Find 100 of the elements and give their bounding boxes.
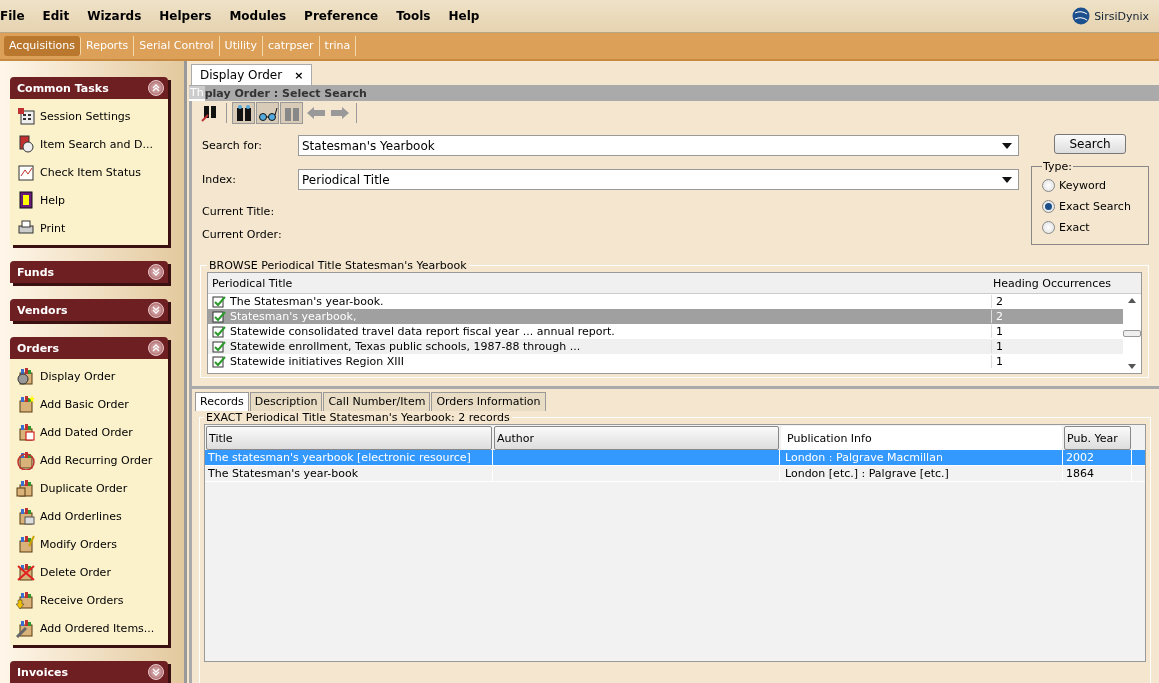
column-header[interactable]: Pub. Year <box>1064 426 1131 450</box>
sidebar-item-label: Add Basic Order <box>40 397 129 411</box>
sidebar-item-label: Help <box>40 193 66 207</box>
dropdown-icon[interactable] <box>1002 142 1012 149</box>
menu-item[interactable]: Preference <box>304 9 387 23</box>
panel-header[interactable]: Invoices <box>10 661 168 683</box>
table-cell: The Statesman's year-book <box>208 467 359 480</box>
group-label: EXACT Periodical Title Statesman's Yearbook: 2 records <box>205 411 511 424</box>
table-cell: 1 <box>991 355 1123 368</box>
sidebar-item-label: Session Settings <box>40 109 131 123</box>
module-tab[interactable]: Acquisitions <box>4 36 81 56</box>
column-header[interactable]: Title <box>206 426 492 450</box>
sidebar-item[interactable]: Display Order <box>10 362 168 390</box>
menu-item[interactable]: Wizards <box>87 9 150 23</box>
sidebar-item[interactable]: Delete Order <box>10 558 168 586</box>
brand-name: SirsiDynix <box>1094 9 1149 23</box>
radio-button[interactable] <box>1042 179 1055 192</box>
sidebar-item-label: Add Recurring Order <box>40 453 153 467</box>
collapse-icon[interactable] <box>148 340 164 356</box>
sidebar-item[interactable]: Session Settings <box>10 102 168 130</box>
menu-item[interactable]: Edit <box>42 9 78 23</box>
scroll-up-icon[interactable] <box>1128 298 1136 303</box>
index-dropdown[interactable]: Periodical Title <box>298 169 1019 191</box>
package-star-icon <box>16 394 36 414</box>
table-cell: The Statesman's year-book. <box>230 295 384 308</box>
search-button[interactable]: Search <box>1054 134 1126 154</box>
sidebar-item-label: Add Orderlines <box>40 509 122 523</box>
scroll-down-icon[interactable] <box>1128 364 1136 369</box>
package-magnifier-icon <box>16 366 36 386</box>
panel-header[interactable]: Funds <box>10 261 168 283</box>
sidebar-item[interactable]: Add Basic Order <box>10 390 168 418</box>
sidebar-item[interactable]: Add Orderlines <box>10 502 168 530</box>
table-cell: 1 <box>991 340 1123 353</box>
panel-header[interactable]: Common Tasks <box>10 77 168 99</box>
table-row[interactable]: Statewide initiatives Region XIII 1 <box>208 354 1123 369</box>
radio-button[interactable] <box>1042 221 1055 234</box>
sidebar-item-label: Print <box>40 221 66 235</box>
expand-icon[interactable] <box>148 264 164 280</box>
column-header[interactable]: Periodical Title <box>208 276 989 290</box>
menu-item[interactable]: Help <box>448 9 488 23</box>
menu-item[interactable]: Modules <box>229 9 295 23</box>
edit-check-icon <box>212 325 226 338</box>
panel-header[interactable]: Vendors <box>10 299 168 321</box>
sidebar-item[interactable]: Check Item Status <box>10 158 168 186</box>
sidebar-item-label: Receive Orders <box>40 593 124 607</box>
tab[interactable]: Orders Information <box>431 392 546 411</box>
sidebar-item-label: Check Item Status <box>40 165 141 179</box>
table-row[interactable]: The Statesman's year-book London [etc.] : Palgrave [etc.] 1864 <box>205 466 1145 482</box>
sidebar-item[interactable]: Add Dated Order <box>10 418 168 446</box>
package-pencil-icon <box>16 534 36 554</box>
book-search-icon <box>16 134 36 154</box>
package-calendar-icon <box>16 422 36 442</box>
column-header[interactable]: Heading Occurrences <box>989 276 1121 290</box>
calculator-icon <box>16 106 36 126</box>
sidebar-item[interactable]: Duplicate Order <box>10 474 168 502</box>
close-icon[interactable]: × <box>294 68 304 82</box>
table-cell: Statesman's yearbook, <box>230 310 357 323</box>
table-cell: 2002 <box>1066 451 1094 464</box>
edit-check-icon <box>212 355 226 368</box>
radio-button[interactable] <box>1042 200 1055 213</box>
sidebar-item[interactable]: Print <box>10 214 168 242</box>
table-row[interactable]: Statewide enrollment, Texas public schools, 1987-88 through ... 1 <box>208 339 1123 354</box>
column-header[interactable]: Author <box>494 426 779 450</box>
glasses-icon[interactable] <box>256 102 279 124</box>
table-row[interactable]: The Statesman's year-book. 2 <box>208 294 1123 309</box>
menu-item[interactable]: Helpers <box>159 9 220 23</box>
table-cell: Statewide enrollment, Texas public schools, 1987-88 through ... <box>230 340 581 353</box>
tab[interactable]: Description <box>249 392 323 411</box>
scroll-thumb[interactable] <box>1123 330 1141 337</box>
expand-icon[interactable] <box>148 302 164 318</box>
package-list-icon <box>16 506 36 526</box>
radio-label: Keyword <box>1059 179 1106 192</box>
radio-label: Exact Search <box>1059 200 1131 213</box>
tab[interactable]: Call Number/Item <box>323 392 431 411</box>
sidebar-item[interactable]: Modify Orders <box>10 530 168 558</box>
sidebar-item-label: Delete Order <box>40 565 111 579</box>
menu-item[interactable]: File <box>0 9 33 23</box>
column-header[interactable]: Publication Info <box>781 426 1062 450</box>
sidebar-item[interactable]: Item Search and D... <box>10 130 168 158</box>
table-cell: London [etc.] : Palgrave [etc.] <box>785 467 949 480</box>
table-cell: 2 <box>991 310 1123 323</box>
menu-item[interactable]: Tools <box>396 9 439 23</box>
search-field[interactable]: Statesman's Yearbook <box>298 135 1019 157</box>
field-label: Current Order: <box>202 227 283 241</box>
table-cell: 1864 <box>1066 467 1094 480</box>
sidebar-item[interactable]: Help <box>10 186 168 214</box>
sidebar-item[interactable]: Add Recurring Order <box>10 446 168 474</box>
sidebar-item[interactable]: Add Ordered Items... <box>10 614 168 642</box>
package-down-arrow-icon <box>16 590 36 610</box>
dropdown-icon[interactable] <box>1002 176 1012 183</box>
panel-title: play Order : Select Search <box>204 86 367 100</box>
field-label: Search for: <box>202 139 263 153</box>
sidebar-item[interactable]: Receive Orders <box>10 586 168 614</box>
document-tab[interactable]: Display Order × <box>191 64 313 85</box>
table-cell: The statesman's yearbook [electronic resource] <box>208 451 471 464</box>
expand-icon[interactable] <box>148 664 164 680</box>
table-row[interactable]: Statewide consolidated travel data report fiscal year ... annual report. 1 <box>208 324 1123 339</box>
collapse-icon[interactable] <box>148 80 164 96</box>
panel-header[interactable]: Orders <box>10 337 168 359</box>
tab[interactable]: Records <box>195 392 249 411</box>
